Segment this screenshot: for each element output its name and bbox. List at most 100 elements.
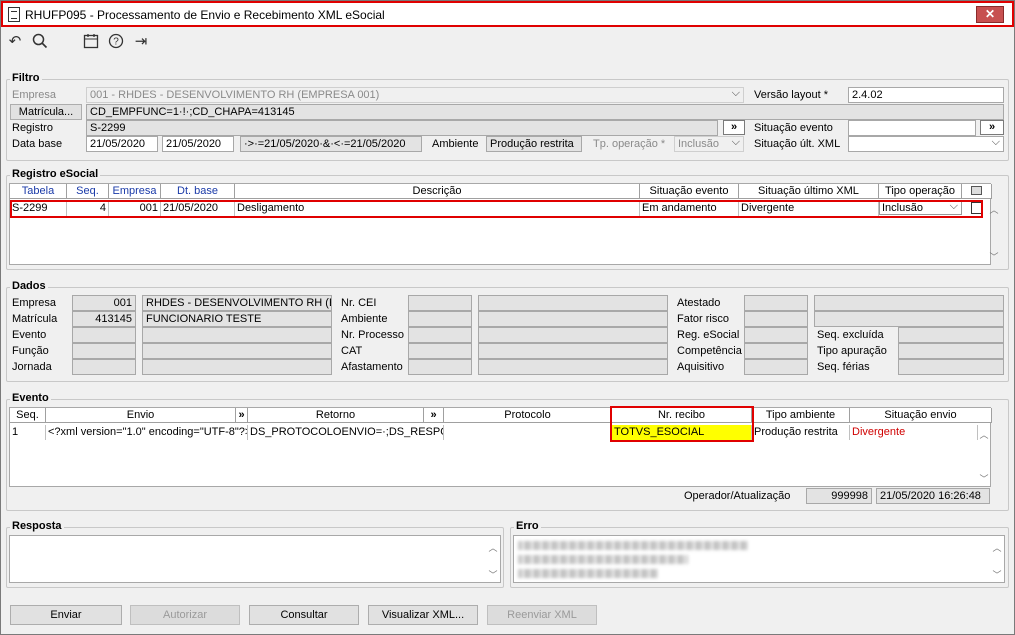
blurred-line	[518, 541, 748, 550]
scroll-down-icon[interactable]: ﹀	[987, 250, 1001, 263]
ev-scroll-up-icon[interactable]: ︿	[977, 428, 991, 441]
autorizar-button[interactable]: Autorizar	[130, 605, 240, 625]
resp-scroll-up-icon[interactable]: ︿	[486, 541, 500, 554]
cat-value	[478, 343, 668, 359]
resposta-textarea[interactable]: ︿ ﹀	[9, 535, 501, 583]
seq-ferias-value	[898, 359, 1004, 375]
col-ev-tipo-ambiente[interactable]: Tipo ambiente	[752, 408, 850, 423]
envio-expand-button[interactable]: »	[236, 408, 248, 423]
nr-processo-cod	[408, 327, 472, 343]
nr-processo-value	[478, 327, 668, 343]
ev-scroll-down-icon[interactable]: ﹀	[977, 472, 991, 485]
ev-cell-seq: 1	[10, 425, 46, 440]
evento-table: Seq. Envio » Retorno » Protocolo Nr. rec…	[9, 406, 992, 487]
dados-jornada-cod	[72, 359, 136, 375]
col-empresa[interactable]: Empresa	[109, 184, 161, 199]
erro-textarea[interactable]: ︿ ﹀	[513, 535, 1005, 583]
dados-funcao-nome	[142, 343, 332, 359]
matricula-button[interactable]: Matrícula...	[10, 104, 82, 120]
dados-funcao-cod	[72, 343, 136, 359]
dados-ambiente-label: Ambiente	[341, 313, 388, 325]
erro-title: Erro	[514, 520, 541, 532]
erro-scroll-down-icon[interactable]: ﹀	[990, 568, 1004, 581]
col-seq[interactable]: Seq.	[67, 184, 109, 199]
col-ev-seq[interactable]: Seq.	[10, 408, 46, 423]
ev-cell-envio: <?xml version="1.0" encoding="UTF-8"?>	[48, 425, 248, 440]
situacao-xml-label: Situação últ. XML	[754, 138, 841, 150]
afastamento-label: Afastamento	[341, 361, 403, 373]
fator-risco-label: Fator risco	[677, 313, 729, 325]
consultar-button[interactable]: Consultar	[249, 605, 359, 625]
aquisitivo-value	[744, 359, 808, 375]
cat-label: CAT	[341, 345, 363, 357]
registro-title: Registro eSocial	[10, 168, 101, 180]
competencia-label: Competência	[677, 345, 742, 357]
tipo-apuracao-label: Tipo apuração	[817, 345, 887, 357]
afastamento-value	[478, 359, 668, 375]
undo-icon[interactable]: ↶	[6, 33, 24, 51]
col-tabela[interactable]: Tabela	[10, 184, 67, 199]
situacao-evento-input[interactable]	[848, 120, 976, 136]
nr-recibo-highlight	[610, 406, 754, 442]
evento-row[interactable]: 1 <?xml version="1.0" encoding="UTF-8"?>…	[10, 425, 992, 441]
evento-title: Evento	[10, 392, 51, 404]
enviar-button[interactable]: Enviar	[10, 605, 122, 625]
data-base-end[interactable]: 21/05/2020	[162, 136, 234, 152]
col-ev-situacao-envio[interactable]: Situação envio	[850, 408, 992, 423]
data-base-start[interactable]: 21/05/2020	[86, 136, 158, 152]
ev-cell-retorno: DS_PROTOCOLOENVIO=·;DS_RESPOST	[250, 425, 444, 440]
document-icon	[8, 7, 20, 22]
col-descricao[interactable]: Descrição	[235, 184, 640, 199]
col-ev-protocolo[interactable]: Protocolo	[444, 408, 612, 423]
reenviar-xml-button[interactable]: Reenviar XML	[487, 605, 597, 625]
col-ev-retorno[interactable]: Retorno	[248, 408, 424, 423]
select-all-icon	[971, 186, 982, 195]
tp-operacao-select[interactable]: Inclusão	[674, 136, 744, 152]
col-tipo-operacao[interactable]: Tipo operação	[879, 184, 962, 199]
registro-more-button[interactable]: »	[723, 120, 745, 135]
col-ev-envio[interactable]: Envio	[46, 408, 236, 423]
competencia-value	[744, 343, 808, 359]
scroll-up-icon[interactable]: ︿	[987, 203, 1001, 216]
ev-cell-situacao-envio: Divergente	[850, 425, 978, 440]
operador-label: Operador/Atualização	[684, 490, 791, 502]
exit-icon[interactable]: ⇥	[132, 33, 150, 51]
empresa-select[interactable]: 001 - RHDES - DESENVOLVIMENTO RH (EMPRES…	[86, 87, 744, 103]
situacao-evento-more-button[interactable]: »	[980, 120, 1004, 135]
ev-cell-protocolo	[444, 425, 612, 440]
registro-label: Registro	[12, 122, 53, 134]
col-situacao-evento[interactable]: Situação evento	[640, 184, 739, 199]
seq-excluida-label: Seq. excluída	[817, 329, 884, 341]
visualizar-xml-button[interactable]: Visualizar XML...	[368, 605, 478, 625]
resp-scroll-down-icon[interactable]: ﹀	[486, 568, 500, 581]
dados-evento-cod	[72, 327, 136, 343]
retorno-expand-button[interactable]: »	[424, 408, 444, 423]
dados-funcao-label: Função	[12, 345, 49, 357]
calendar-icon[interactable]	[82, 33, 100, 51]
situacao-evento-label: Situação evento	[754, 122, 833, 134]
dados-evento-label: Evento	[12, 329, 47, 341]
dados-empresa-cod: 001	[72, 295, 136, 311]
nr-cei-label: Nr. CEI	[341, 297, 377, 309]
col-situacao-xml[interactable]: Situação último XML	[739, 184, 879, 199]
help-icon[interactable]: ?	[107, 33, 125, 51]
dados-jornada-nome	[142, 359, 332, 375]
registro-input[interactable]: S-2299	[86, 120, 718, 136]
erro-scroll-up-icon[interactable]: ︿	[990, 541, 1004, 554]
nr-processo-label: Nr. Processo	[341, 329, 404, 341]
reg-esocial-label: Reg. eSocial	[677, 329, 740, 341]
seq-excluida-value	[898, 327, 1004, 343]
col-select-all[interactable]	[962, 184, 992, 199]
cat-cod	[408, 343, 472, 359]
close-button[interactable]: ✕	[976, 6, 1004, 23]
data-base-expression: ·>·=21/05/2020·&·<·=21/05/2020	[240, 136, 422, 152]
col-dt-base[interactable]: Dt. base	[161, 184, 235, 199]
dados-empresa-label: Empresa	[12, 297, 57, 309]
situacao-xml-select[interactable]	[848, 136, 1004, 152]
row-highlight	[10, 200, 983, 218]
dados-empresa-nome: RHDES - DESENVOLVIMENTO RH (EMP	[142, 295, 332, 311]
dados-jornada-label: Jornada	[12, 361, 52, 373]
svg-text:?: ?	[113, 37, 119, 48]
search-icon[interactable]	[31, 33, 49, 51]
versao-layout-input[interactable]: 2.4.02	[848, 87, 1004, 103]
